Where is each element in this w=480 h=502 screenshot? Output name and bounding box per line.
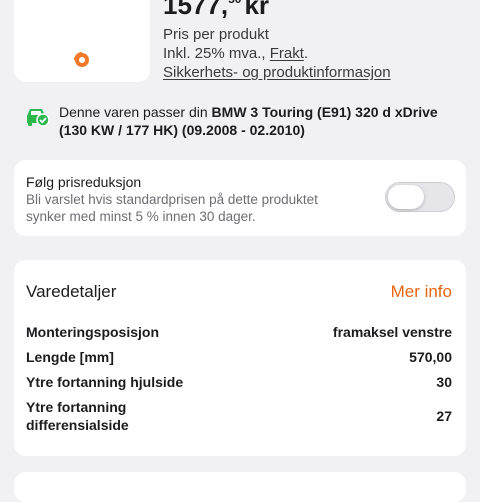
detail-row: Monteringsposisjon framaksel venstre (26, 324, 452, 340)
discount-badge-icon (74, 52, 89, 67)
vat-info: Inkl. 25% mva., Frakt. (163, 45, 309, 62)
price-block: 1577,50kr Pris per produkt Inkl. 25% mva… (163, 0, 391, 82)
product-image[interactable] (14, 0, 150, 82)
price-alert-title: Følg prisreduksjon (26, 174, 142, 190)
detail-row: Ytre fortanning hjulside 30 (26, 374, 452, 390)
next-card (14, 472, 466, 502)
detail-row: Lengde [mm] 570,00 (26, 349, 452, 365)
details-title: Varedetaljer (26, 282, 117, 301)
more-info-link[interactable]: Mer info (391, 282, 452, 302)
product-details-card: Varedetaljer Mer info Monteringsposisjon… (14, 260, 466, 456)
price-alert-description: Bli varslet hvis standardprisen på dette… (26, 192, 318, 224)
safety-info-link[interactable]: Sikkerhets- og produktinformasjon (163, 63, 391, 82)
price: 1577,50kr (163, 0, 270, 20)
shipping-link[interactable]: Frakt (270, 45, 304, 62)
price-per-product: Pris per produkt (163, 26, 269, 43)
price-alert-toggle[interactable] (385, 182, 455, 212)
detail-row: Ytre fortanning differensialside 27 (26, 399, 452, 433)
vehicle-compatibility: Denne varen passer din BMW 3 Touring (E9… (24, 103, 460, 139)
toggle-knob (388, 185, 424, 209)
price-alert-card: Følg prisreduksjon Bli varslet hvis stan… (14, 160, 466, 236)
car-check-icon (27, 109, 50, 127)
